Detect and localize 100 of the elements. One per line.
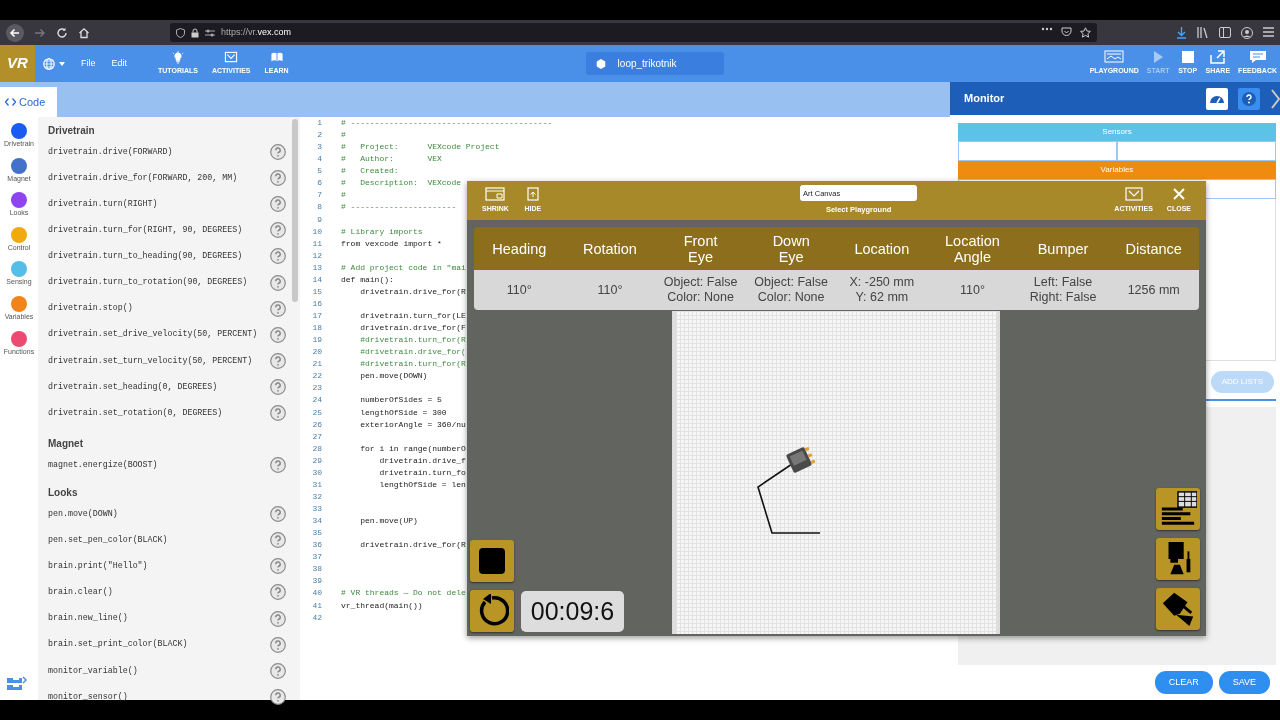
command-item[interactable]: pen.set_pen_color(BLACK) <box>48 534 168 547</box>
line-number: 10 <box>311 225 323 238</box>
speech-bubble-icon <box>1247 50 1268 65</box>
command-item[interactable]: monitor_sensor() <box>48 690 128 704</box>
command-item[interactable]: magnet.energize(BOOST) <box>48 458 158 472</box>
column-header: Rotation <box>582 240 637 257</box>
command-item[interactable]: brain.set_print_color(BLACK) <box>48 638 188 651</box>
menu-icon[interactable] <box>1263 26 1274 37</box>
line-number: 31 <box>311 478 323 491</box>
lightbulb-icon <box>171 50 185 64</box>
chevron-right-icon[interactable] <box>1270 87 1280 110</box>
sensor-value: Object: False Color: None <box>663 275 738 305</box>
column-header: Location <box>854 240 910 257</box>
command-item[interactable]: pen.move(DOWN) <box>48 507 118 521</box>
more-icon[interactable] <box>1041 27 1053 31</box>
line-number: 24 <box>311 394 323 407</box>
code-line: # Library imports <box>341 225 423 238</box>
gauge-icon[interactable] <box>1206 87 1228 110</box>
sliders-icon <box>205 28 215 37</box>
code-line: # Author: VEX <box>341 153 442 166</box>
command-item[interactable]: drivetrain.turn_to_heading(90, DEGREES) <box>48 250 243 263</box>
command-item[interactable]: drivetrain.drive(FORWARD) <box>48 145 173 159</box>
home-icon[interactable] <box>78 26 90 39</box>
column-header: Heading <box>492 240 547 257</box>
section-header: Variables <box>958 161 1276 179</box>
code-line: drivetrain.drive_f <box>378 454 466 467</box>
line-number: 34 <box>311 515 323 528</box>
robot-view-button[interactable] <box>1156 538 1200 580</box>
command-item[interactable]: brain.new_line() <box>48 612 128 625</box>
code-line: vr_thread(main()) <box>341 599 423 612</box>
globe-icon <box>43 57 55 70</box>
timer-display: 00:09:6 <box>521 591 624 632</box>
line-number: 32 <box>311 490 323 503</box>
command-item[interactable]: monitor_variable() <box>48 664 138 677</box>
caret-icon <box>59 61 65 66</box>
star-icon[interactable] <box>1080 27 1091 38</box>
line-number: 40 <box>311 587 323 600</box>
sensor-view-button[interactable] <box>1156 488 1200 530</box>
line-number: 6 <box>316 177 323 190</box>
command-item[interactable]: drivetrain.turn_for(RIGHT, 90, DEGREES) <box>48 224 243 237</box>
code-line: # <box>341 129 346 142</box>
code-tab[interactable]: Code <box>0 87 57 117</box>
command-item[interactable]: brain.clear() <box>48 586 113 599</box>
column-header: Front Eye <box>683 232 718 265</box>
forward-icon[interactable] <box>34 26 46 39</box>
line-number: 18 <box>311 322 323 335</box>
table-icon <box>1159 490 1197 528</box>
camera-view-button[interactable] <box>1156 588 1200 630</box>
line-number: 13 <box>311 261 323 274</box>
reset-button[interactable] <box>470 590 514 632</box>
line-number: 4 <box>316 153 323 166</box>
code-line: # ------------------------------------------ <box>341 117 553 129</box>
sidebar-icon[interactable] <box>1219 26 1231 38</box>
command-item[interactable]: drivetrain.set_rotation(0, DEGREES) <box>48 406 223 420</box>
column-header: Location Angle <box>945 232 1000 265</box>
code-line: def main(): <box>341 273 394 286</box>
code-line: numberOfSides = 5 <box>359 394 442 407</box>
account-icon[interactable] <box>1241 26 1253 39</box>
line-number: 41 <box>311 599 323 612</box>
line-number: 23 <box>311 382 323 395</box>
code-line: # Description: VEXcode <box>341 177 462 190</box>
command-item[interactable]: drivetrain.set_drive_velocity(50, PERCENT) <box>48 328 258 341</box>
command-item[interactable]: drivetrain.set_turn_velocity(50, PERCENT) <box>48 354 253 367</box>
code-line: pen.move(UP) <box>359 515 418 528</box>
panel-title: Monitor <box>964 91 1005 107</box>
stop-icon <box>479 548 505 574</box>
command-item[interactable]: drivetrain.turn(RIGHT) <box>48 198 158 211</box>
line-number: 7 <box>316 189 323 202</box>
robot-drawing <box>785 446 816 474</box>
project-name-field[interactable]: loop_trikotnik <box>585 52 724 75</box>
address-bar[interactable]: https://vr.vex.com <box>170 23 1097 42</box>
envelope-icon <box>1123 186 1144 201</box>
line-number: 2 <box>316 129 323 142</box>
stop-button[interactable] <box>470 540 514 582</box>
library-icon[interactable] <box>1197 26 1209 38</box>
command-item[interactable]: drivetrain.drive_for(FORWARD, 200, MM) <box>48 171 238 185</box>
blocks-switch-icon[interactable] <box>6 674 28 692</box>
code-line: lengthOfSide = 300 <box>359 406 447 419</box>
code-line: drivetrain.drive_for(R <box>359 285 466 298</box>
command-item[interactable]: drivetrain.set_heading(0, DEGREES) <box>48 380 218 394</box>
code-line: # VR threads — Do not dele <box>341 587 466 600</box>
share-icon <box>1207 50 1228 65</box>
url-text: https://vr.vex.com <box>221 25 292 39</box>
line-number: 39 <box>311 575 323 588</box>
code-line: lengthOfSide = len <box>378 478 466 491</box>
line-number: 9 <box>316 213 323 226</box>
command-item[interactable]: drivetrain.turn_to_rotation(90, DEGREES) <box>48 276 248 289</box>
scrollbar-thumb[interactable] <box>292 119 298 302</box>
download-icon[interactable] <box>1176 26 1187 39</box>
help-icon[interactable] <box>270 688 286 705</box>
code-line: drivetrain.turn_for(LE <box>359 310 466 322</box>
sensor-value: 110° <box>597 282 623 298</box>
command-item[interactable]: brain.print("Hello") <box>48 560 148 573</box>
back-icon[interactable] <box>6 23 24 42</box>
reload-icon[interactable] <box>56 26 68 39</box>
hexagon-icon <box>595 58 606 69</box>
line-number: 3 <box>316 141 323 154</box>
line-number: 12 <box>311 249 323 262</box>
command-item[interactable]: drivetrain.stop() <box>48 302 133 315</box>
pocket-icon[interactable] <box>1061 27 1072 37</box>
